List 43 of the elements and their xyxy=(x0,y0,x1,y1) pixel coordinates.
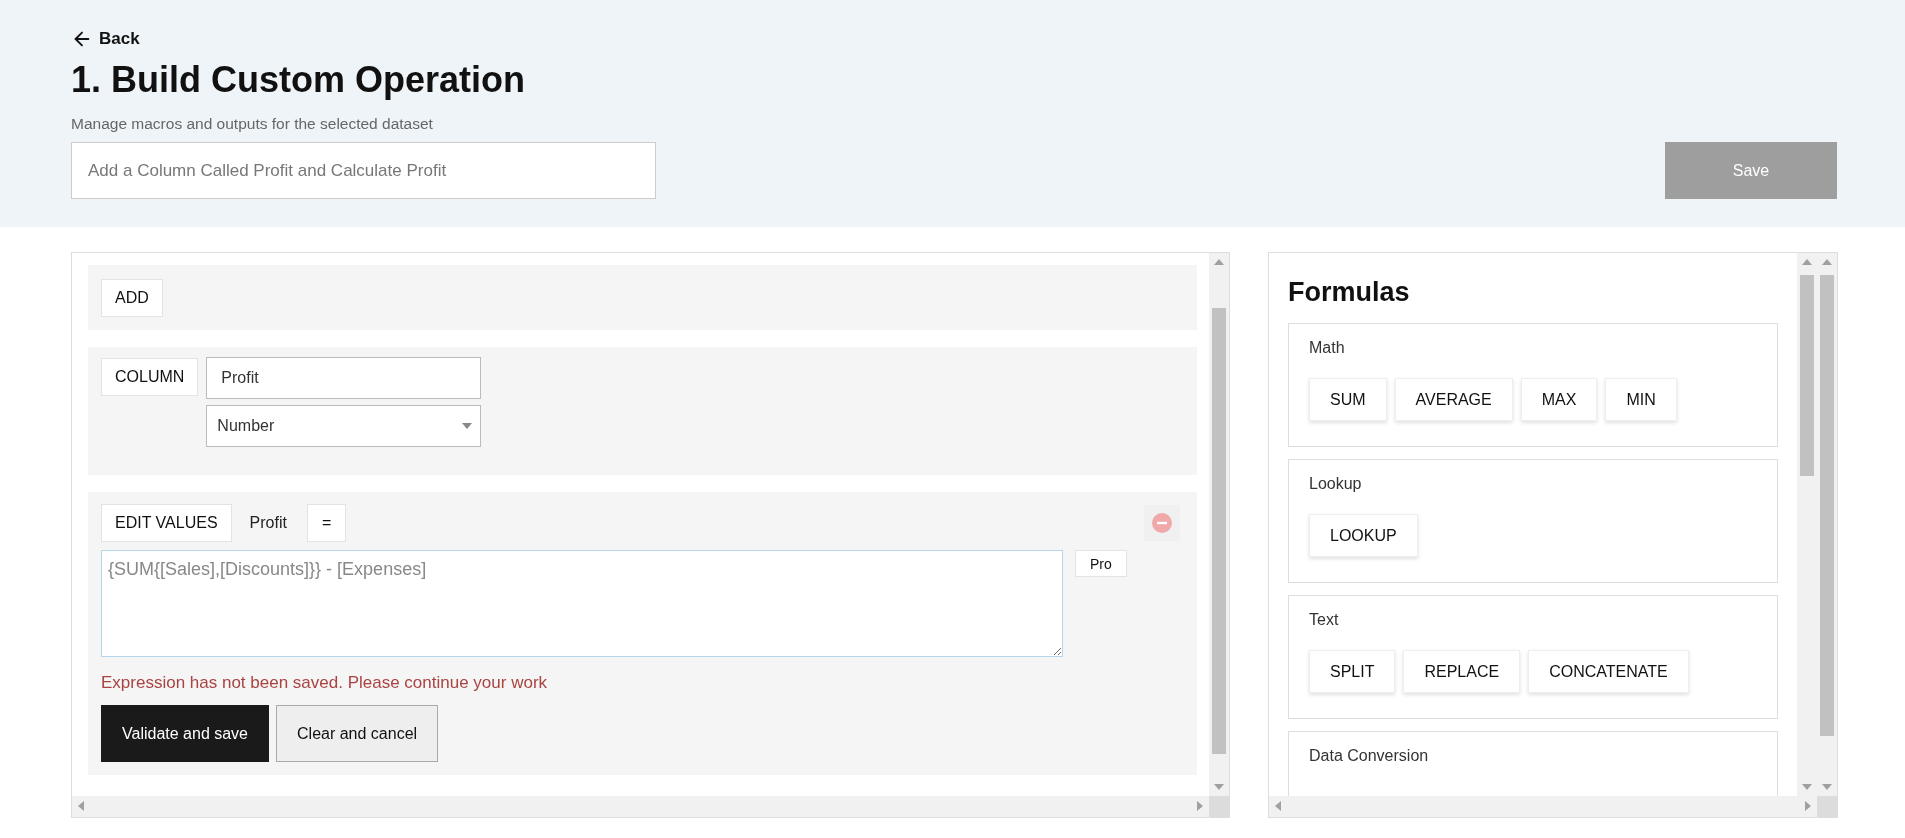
minus-icon xyxy=(1152,513,1172,533)
horizontal-scrollbar[interactable] xyxy=(72,796,1209,817)
scroll-right-icon[interactable] xyxy=(1805,801,1811,811)
vertical-scrollbar[interactable] xyxy=(1209,253,1229,796)
horizontal-scrollbar[interactable] xyxy=(1269,796,1817,817)
scroll-left-icon[interactable] xyxy=(1275,801,1281,811)
operator-button[interactable]: = xyxy=(306,504,347,542)
caret-icon xyxy=(462,423,473,429)
function-button[interactable]: MIN xyxy=(1605,378,1677,421)
expression-field[interactable]: {SUM{[Sales],[Discounts]}} - [Expenses] xyxy=(101,550,1063,657)
validate-button[interactable]: Validate and save xyxy=(101,705,269,762)
vertical-scrollbar[interactable] xyxy=(1797,253,1817,796)
group-title: Math xyxy=(1309,338,1346,358)
function-button[interactable]: REPLACE xyxy=(1403,650,1521,693)
warning-message: Expression has not been saved. Please continue your work xyxy=(101,673,549,693)
scroll-down-icon[interactable] xyxy=(1214,784,1224,790)
target-column-label: Profit xyxy=(248,514,288,532)
add-button[interactable]: ADD xyxy=(101,279,163,317)
group-title: Data Conversion xyxy=(1309,746,1430,766)
formulas-title: Formulas xyxy=(1288,276,1411,309)
page-subtitle: Manage macros and outputs for the selected dataset xyxy=(71,114,434,134)
scroll-right-icon[interactable] xyxy=(1197,801,1203,811)
group-title: Text xyxy=(1309,610,1340,630)
vertical-scrollbar[interactable] xyxy=(1817,253,1837,796)
function-button[interactable]: SUM xyxy=(1309,378,1387,421)
column-name-field[interactable]: Profit xyxy=(206,357,482,399)
function-button[interactable]: SPLIT xyxy=(1309,650,1396,693)
back-link[interactable]: Back xyxy=(71,26,140,52)
remove-button[interactable] xyxy=(1144,505,1180,541)
column-button[interactable]: COLUMN xyxy=(101,358,199,396)
function-button[interactable]: AVERAGE xyxy=(1394,378,1513,421)
operation-name-field[interactable]: Add a Column Called Profit and Calculate Profit xyxy=(71,142,656,199)
cancel-button[interactable]: Clear and cancel xyxy=(276,705,439,762)
function-button[interactable]: MAX xyxy=(1520,378,1598,421)
page-title: 1. Build Custom Operation xyxy=(71,58,527,102)
function-button[interactable]: LOOKUP xyxy=(1309,514,1418,557)
function-button[interactable]: CONCATENATE xyxy=(1528,650,1689,693)
scroll-left-icon[interactable] xyxy=(78,801,84,811)
pro-button[interactable]: Pro xyxy=(1075,550,1127,577)
scroll-up-icon[interactable] xyxy=(1214,259,1224,265)
type-dropdown[interactable]: Number xyxy=(206,405,482,447)
group-title: Lookup xyxy=(1309,474,1363,494)
edit-values-button[interactable]: EDIT VALUES xyxy=(101,504,232,542)
